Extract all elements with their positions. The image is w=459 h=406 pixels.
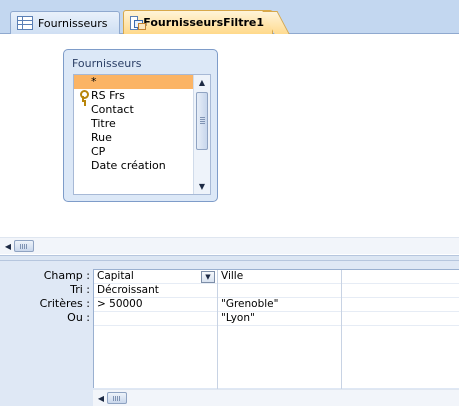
field-cell[interactable]: Capital ▼ [94,270,217,284]
query-icon [130,15,147,30]
scroll-down-arrow-icon[interactable]: ▼ [194,179,210,194]
field-label: Contact [91,103,134,116]
sort-cell[interactable]: Décroissant [94,284,217,298]
field-label: * [91,75,97,88]
field-list-window[interactable]: Fournisseurs * RS Frs Contact Titre Rue … [63,49,218,202]
design-pane-horizontal-scrollbar[interactable]: ◀ [0,237,459,254]
table-icon [17,16,33,30]
field-cell[interactable] [342,270,459,284]
grid-column[interactable]: Ville "Grenoble" "Lyon" [218,270,342,389]
query-design-grid[interactable]: Capital ▼ Décroissant > 50000 Ville "Gre… [93,269,459,389]
query-design-pane[interactable]: Fournisseurs * RS Frs Contact Titre Rue … [0,34,459,254]
or-cell[interactable]: "Lyon" [218,312,341,326]
field-cell[interactable]: Ville [218,270,341,284]
cell-value: Capital [97,270,134,282]
scroll-thumb[interactable] [196,92,208,150]
document-tab-strip: Fournisseurs FournisseursFiltre1 [0,0,459,34]
scroll-left-arrow-icon[interactable]: ◀ [2,238,14,254]
tab-fournisseursfiltre1[interactable]: FournisseursFiltre1 [123,10,273,34]
grid-row-labels: Champ : Tri : Critères : Ou : [0,269,93,325]
scroll-thumb[interactable] [14,240,34,252]
field-item-all[interactable]: * [74,75,194,89]
row-label-champ: Champ : [43,269,90,282]
query-grid-pane: Champ : Tri : Critères : Ou : Capital ▼ … [0,261,459,406]
field-list-scrollbar[interactable]: ▲ ▼ [193,75,210,194]
tab-label: FournisseursFiltre1 [143,16,264,29]
row-label-ou: Ou : [67,311,90,324]
field-label: Titre [91,117,116,130]
field-label: RS Frs [91,89,125,102]
field-list[interactable]: * RS Frs Contact Titre Rue CP Date créat… [73,74,211,195]
sort-cell[interactable] [342,284,459,298]
field-item-cp[interactable]: CP [74,145,194,159]
field-item-titre[interactable]: Titre [74,117,194,131]
field-item-date-creation[interactable]: Date création [74,159,194,173]
field-item-rs-frs[interactable]: RS Frs [74,89,194,103]
field-item-rue[interactable]: Rue [74,131,194,145]
primary-key-icon [79,90,89,102]
scroll-thumb[interactable] [107,392,127,404]
grip-icon [200,117,205,118]
grip-icon [20,244,21,249]
field-item-contact[interactable]: Contact [74,103,194,117]
field-label: Rue [91,131,112,144]
field-label: CP [91,145,106,158]
or-cell[interactable] [342,312,459,326]
grip-icon [113,396,114,401]
field-list-title: Fournisseurs [72,57,142,70]
grid-horizontal-scrollbar[interactable]: ◀ [93,389,459,406]
grid-column[interactable] [342,270,459,389]
criteria-cell[interactable]: "Grenoble" [218,298,341,312]
sort-cell[interactable] [218,284,341,298]
chevron-down-icon[interactable]: ▼ [201,271,215,283]
row-label-tri: Tri : [70,283,90,296]
scroll-up-arrow-icon[interactable]: ▲ [194,75,210,90]
row-label-criteres: Critères : [39,297,90,310]
field-label: Date création [91,159,166,172]
tab-fournisseurs[interactable]: Fournisseurs [10,11,120,34]
criteria-cell[interactable]: > 50000 [94,298,217,312]
tab-label: Fournisseurs [38,16,108,30]
criteria-cell[interactable] [342,298,459,312]
scroll-left-arrow-icon[interactable]: ◀ [95,390,107,406]
grid-column[interactable]: Capital ▼ Décroissant > 50000 [94,270,218,389]
or-cell[interactable] [94,312,217,326]
